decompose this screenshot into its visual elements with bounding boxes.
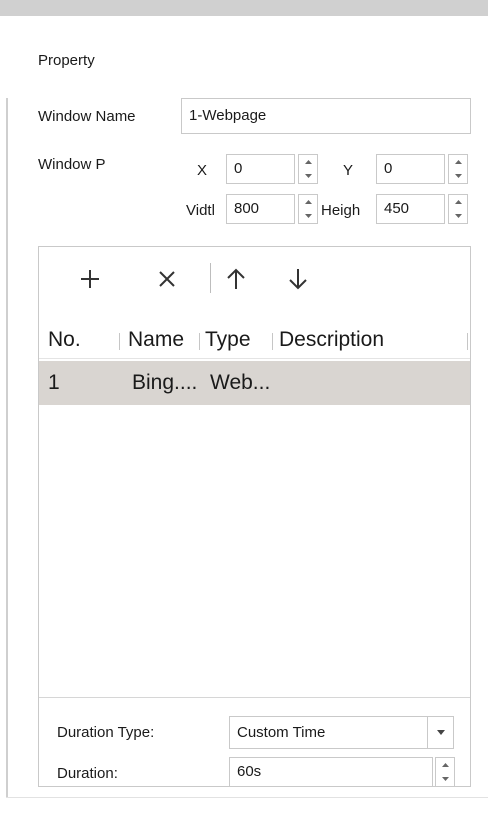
width-stepper-up[interactable] [299,195,317,209]
duration-type-value: Custom Time [237,724,326,741]
table-row[interactable]: 1 Bing.... Web... [39,361,470,405]
move-down-button[interactable] [276,257,320,301]
column-separator[interactable] [467,333,468,350]
duration-type-label: Duration Type: [57,724,155,741]
chevron-down-icon [454,214,462,218]
chevron-up-icon [454,160,462,164]
delete-button[interactable] [145,257,189,301]
duration-stepper-down[interactable] [436,772,454,786]
height-stepper[interactable] [448,194,468,224]
height-input[interactable]: 450 [376,194,445,224]
x-stepper-down[interactable] [299,169,317,183]
width-input[interactable]: 800 [226,194,295,224]
move-up-button[interactable] [214,257,258,301]
duration-stepper-up[interactable] [436,758,454,772]
close-icon [159,271,175,287]
chevron-down-icon [436,730,445,735]
chevron-up-icon [304,200,312,204]
chevron-down-icon [454,174,462,178]
plus-icon [81,270,99,288]
dropdown-toggle[interactable] [427,717,453,748]
duration-input[interactable]: 60s [229,757,433,787]
height-stepper-up[interactable] [449,195,467,209]
duration-type-select[interactable]: Custom Time [229,716,454,749]
chevron-down-icon [304,214,312,218]
arrow-up-icon [227,268,245,289]
column-header-description[interactable]: Description [279,323,384,357]
window-name-label: Window Name [38,108,136,125]
window-position-label: Window P [38,156,106,173]
y-label: Y [343,162,354,179]
section-title: Property [38,52,95,69]
duration-label: Duration: [57,765,118,782]
width-label: Vidtl [186,202,215,219]
chevron-down-icon [441,777,449,781]
chevron-down-icon [304,174,312,178]
toolbar-separator [210,263,211,293]
header-divider [39,358,470,359]
top-border [0,0,488,16]
column-header-type[interactable]: Type [205,323,251,357]
column-header-no[interactable]: No. [48,323,81,357]
chevron-up-icon [454,200,462,204]
height-label: Heigh [321,202,361,219]
column-header-name[interactable]: Name [128,323,184,357]
footer-divider [39,697,470,698]
cell-no: 1 [48,371,60,394]
y-stepper[interactable] [448,154,468,184]
width-stepper[interactable] [298,194,318,224]
height-stepper-down[interactable] [449,209,467,223]
property-panel: Property Window Name 1-Webpage Window P … [0,0,488,818]
chevron-up-icon [304,160,312,164]
width-stepper-down[interactable] [299,209,317,223]
cell-type: Web... [210,371,271,394]
x-label: X [197,162,208,179]
left-border [6,98,8,798]
column-separator[interactable] [272,333,273,350]
x-stepper-up[interactable] [299,155,317,169]
y-stepper-up[interactable] [449,155,467,169]
chevron-up-icon [441,763,449,767]
duration-stepper[interactable] [435,757,455,787]
x-input[interactable]: 0 [226,154,295,184]
y-input[interactable]: 0 [376,154,445,184]
page-list-panel: No. Name Type Description 1 Bing.... Web… [38,246,471,787]
bottom-border [6,797,488,798]
arrow-down-icon [289,269,307,290]
x-stepper[interactable] [298,154,318,184]
column-separator[interactable] [199,333,200,350]
column-separator[interactable] [119,333,120,350]
y-stepper-down[interactable] [449,169,467,183]
window-name-input[interactable]: 1-Webpage [181,98,471,134]
add-button[interactable] [68,257,112,301]
cell-name: Bing.... [132,371,198,394]
